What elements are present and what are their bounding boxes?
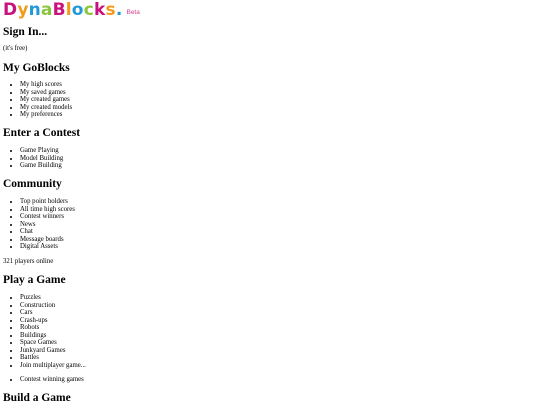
build-game-heading: Build a Game [3,392,71,404]
list-item-digital-assets[interactable]: Digital Assets [20,243,75,251]
list-item-junkyard-games[interactable]: Junkyard Games [20,347,86,355]
list-item-my-saved-games[interactable]: My saved games [20,89,72,97]
list-item-construction[interactable]: Construction [20,302,86,310]
my-goblocks-heading: My GoBlocks [3,62,70,74]
list-item-model-building[interactable]: Model Building [20,155,63,163]
list-item-contest-winners[interactable]: Contest winners [20,213,75,221]
free-note: (it's free) [3,45,28,52]
contest-list: Game Playing Model Building Game Buildin… [3,147,63,170]
enter-contest-heading: Enter a Contest [3,127,81,139]
players-online-count: 321 players online [3,258,54,265]
list-item-message-boards[interactable]: Message boards [20,236,75,244]
list-item-contest-winning-games[interactable]: Contest winning games [20,376,84,384]
beta-label: Beta [126,9,140,16]
list-item-crash-ups[interactable]: Crash-ups [20,317,86,325]
community-heading: Community [3,178,62,190]
sign-in-link[interactable]: Sign In... [3,26,47,39]
logo-letter: D [3,0,18,20]
logo-letter: o [71,0,84,20]
list-item-join-multiplayer[interactable]: Join multiplayer game... [20,362,86,370]
list-item-puzzles[interactable]: Puzzles [20,294,86,302]
list-item-battles[interactable]: Battles [20,354,86,362]
list-item-my-high-scores[interactable]: My high scores [20,81,72,89]
page: DynaBlocks. Beta Sign In... (it's free) … [3,0,537,405]
my-goblocks-list: My high scores My saved games My created… [3,81,72,119]
community-list: Top point holders All time high scores C… [3,198,75,251]
header: DynaBlocks. Beta [3,0,537,19]
list-item-news[interactable]: News [20,221,75,229]
list-item-all-time-high-scores[interactable]: All time high scores [20,206,75,214]
contest-winning-list: Contest winning games [3,376,84,384]
logo-letter: . [115,0,123,20]
play-game-heading: Play a Game [3,274,66,286]
logo-letter: k [93,0,106,20]
play-game-list: Puzzles Construction Cars Crash-ups Robo… [3,294,86,369]
list-item-my-created-games[interactable]: My created games [20,96,72,104]
logo-letter: a [40,0,53,20]
dynablocks-logo[interactable]: DynaBlocks. [3,2,122,19]
list-item-my-created-models[interactable]: My created models [20,104,72,112]
list-item-robots[interactable]: Robots [20,324,86,332]
list-item-chat[interactable]: Chat [20,228,75,236]
list-item-my-preferences[interactable]: My preferences [20,111,72,119]
list-item-buildings[interactable]: Buildings [20,332,86,340]
list-item-top-point-holders[interactable]: Top point holders [20,198,75,206]
list-item-game-building[interactable]: Game Building [20,162,63,170]
logo-letter: s [105,0,116,20]
logo-letter: c [83,0,94,20]
logo-letter: n [28,0,41,20]
list-item-cars[interactable]: Cars [20,309,86,317]
logo-letter: B [52,0,66,20]
list-item-game-playing[interactable]: Game Playing [20,147,63,155]
list-item-space-games[interactable]: Space Games [20,339,86,347]
logo-letter: y [17,0,29,20]
